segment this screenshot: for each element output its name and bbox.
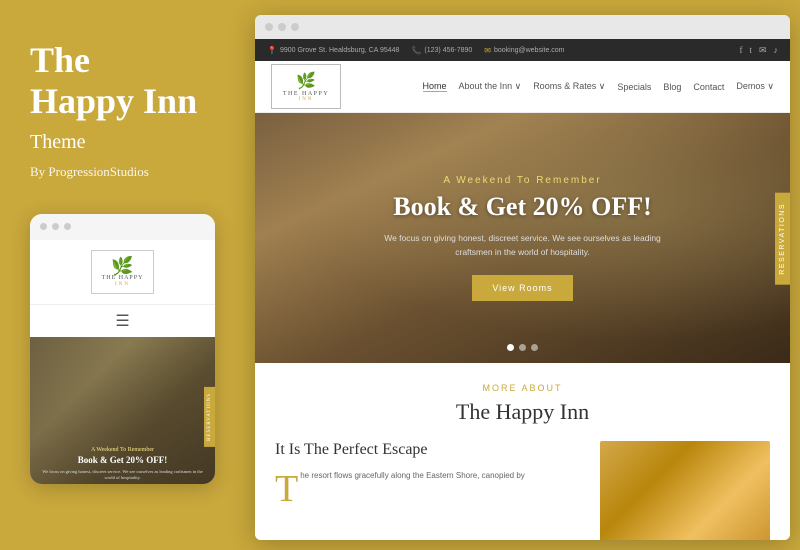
mobile-logo-text: THE HAPPY — [102, 275, 144, 281]
content-title: The Happy Inn — [275, 399, 770, 425]
nav-contact[interactable]: Contact — [693, 82, 724, 92]
mobile-dot-1 — [40, 223, 47, 230]
location-icon: 📍 — [267, 46, 277, 55]
mobile-logo-area: 🌿 THE HAPPY INN — [30, 240, 215, 305]
mobile-logo-box: 🌿 THE HAPPY INN — [91, 250, 155, 294]
nav-blog[interactable]: Blog — [663, 82, 681, 92]
topbar-left: 📍 9900 Grove St. Healdsburg, CA 95448 📞 … — [267, 46, 565, 55]
mobile-reservations-tab[interactable]: RESERVATIONS — [204, 387, 215, 447]
hero-dot-3[interactable] — [531, 344, 538, 351]
topbar-address: 📍 9900 Grove St. Healdsburg, CA 95448 — [267, 46, 399, 55]
theme-by: By ProgressionStudios — [30, 164, 149, 180]
content-pretitle: MORE ABOUT — [275, 383, 770, 393]
browser-top-bar — [255, 15, 790, 39]
nav-specials[interactable]: Specials — [617, 82, 651, 92]
hero-dot-1[interactable] — [507, 344, 514, 351]
nav-demos[interactable]: Demos ∨ — [736, 81, 774, 92]
mobile-hamburger-icon[interactable]: ☰ — [30, 305, 215, 337]
browser-dot-2 — [278, 23, 286, 31]
music-icon[interactable]: ♪ — [774, 45, 779, 55]
mobile-dot-2 — [52, 223, 59, 230]
mobile-logo-icon: 🌿 — [102, 257, 144, 275]
content-image — [600, 441, 770, 540]
mobile-logo-sub: INN — [102, 282, 144, 287]
nav-about[interactable]: About the Inn ∨ — [459, 81, 522, 92]
site-content: MORE ABOUT The Happy Inn It Is The Perfe… — [255, 363, 790, 540]
browser-mockup: 📍 9900 Grove St. Healdsburg, CA 95448 📞 … — [255, 15, 790, 540]
topbar-email: ✉ booking@website.com — [484, 46, 564, 55]
site-nav: 🌿 THE HAPPY INN Home About the Inn ∨ Roo… — [255, 61, 790, 113]
topbar-socials: f t ✉ ♪ — [739, 45, 778, 56]
site-logo-icon: 🌿 — [282, 71, 330, 91]
mobile-dot-3 — [64, 223, 71, 230]
view-rooms-button[interactable]: View Rooms — [472, 275, 572, 301]
content-paragraph-wrapper: T he resort flows gracefully along the E… — [275, 469, 584, 505]
hero-description: We focus on giving honest, discreet serv… — [373, 232, 673, 259]
nav-home[interactable]: Home — [423, 81, 447, 92]
left-panel: The Happy Inn Theme By ProgressionStudio… — [0, 0, 245, 550]
mobile-hero: RESERVATIONS A Weekend To Remember Book … — [30, 337, 215, 484]
theme-subtitle: Theme — [30, 131, 86, 154]
hero-title: Book & Get 20% OFF! — [373, 192, 673, 222]
site-menu: Home About the Inn ∨ Rooms & Rates ∨ Spe… — [423, 81, 774, 92]
drop-cap: T — [275, 469, 298, 505]
mobile-top-bar — [30, 214, 215, 240]
browser-dot-1 — [265, 23, 273, 31]
nav-rooms[interactable]: Rooms & Rates ∨ — [533, 81, 605, 92]
content-paragraph: he resort flows gracefully along the Eas… — [300, 469, 525, 505]
email-social-icon[interactable]: ✉ — [759, 45, 767, 56]
hero-dot-2[interactable] — [519, 344, 526, 351]
mobile-hero-title: Book & Get 20% OFF! — [78, 455, 168, 465]
facebook-icon[interactable]: f — [739, 45, 742, 55]
topbar-phone: 📞 (123) 456-7890 — [411, 46, 472, 55]
site-hero: RESERVATIONS A Weekend To Remember Book … — [255, 113, 790, 363]
phone-icon: 📞 — [411, 46, 421, 55]
site-topbar: 📍 9900 Grove St. Healdsburg, CA 95448 📞 … — [255, 39, 790, 61]
browser-dot-3 — [291, 23, 299, 31]
content-text-column: It Is The Perfect Escape T he resort flo… — [275, 441, 584, 505]
reservations-tab[interactable]: RESERVATIONS — [775, 193, 790, 285]
mobile-hero-pretitle: A Weekend To Remember — [91, 447, 154, 453]
mobile-mockup: 🌿 THE HAPPY INN ☰ RESERVATIONS A Weekend… — [30, 214, 215, 484]
hero-content: A Weekend To Remember Book & Get 20% OFF… — [373, 175, 673, 301]
email-icon: ✉ — [484, 46, 491, 55]
twitter-icon[interactable]: t — [749, 45, 752, 55]
mobile-hero-desc: We focus on giving honest, discreet serv… — [30, 469, 215, 482]
content-body: It Is The Perfect Escape T he resort flo… — [275, 441, 770, 540]
site-logo-tag: INN — [282, 97, 330, 102]
theme-title: The Happy Inn — [30, 40, 197, 123]
hero-pretitle: A Weekend To Remember — [373, 175, 673, 186]
content-section-title: It Is The Perfect Escape — [275, 441, 584, 459]
site-logo[interactable]: 🌿 THE HAPPY INN — [271, 64, 341, 109]
hero-dots — [507, 344, 538, 351]
